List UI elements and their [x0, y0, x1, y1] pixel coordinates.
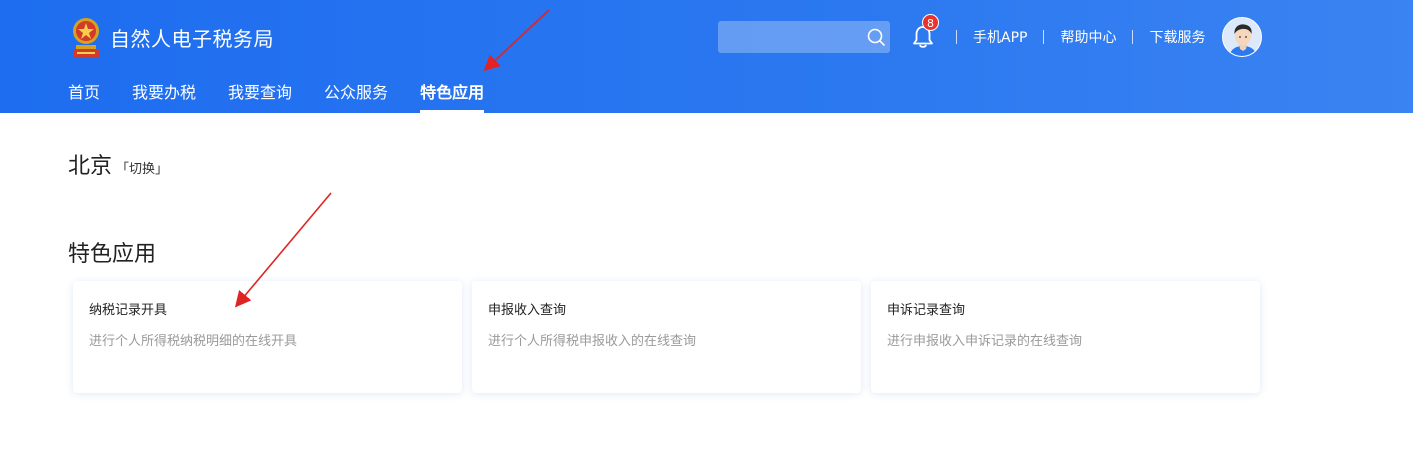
user-avatar[interactable]: [1222, 17, 1262, 57]
card-title: 纳税记录开具: [89, 303, 168, 318]
nav-featured-apps[interactable]: 特色应用: [420, 78, 485, 113]
nav-query[interactable]: 我要查询: [228, 78, 292, 113]
notification-badge: 8: [922, 14, 939, 31]
user-avatar-icon: [1223, 18, 1261, 56]
city-name: 北京: [68, 154, 113, 179]
location-selector: 北京 「切换」: [68, 148, 168, 180]
site-title: 自然人电子税务局: [110, 26, 274, 51]
search-icon[interactable]: [865, 26, 887, 48]
nav-public-service[interactable]: 公众服务: [324, 78, 388, 113]
card-tax-record-issue[interactable]: 纳税记录开具 进行个人所得税纳税明细的在线开具: [73, 281, 462, 393]
app-cards: 纳税记录开具 进行个人所得税纳税明细的在线开具 申报收入查询 进行个人所得税申报…: [73, 281, 1270, 393]
section-title: 特色应用: [68, 242, 157, 267]
main-nav: 首页 我要办税 我要查询 公众服务 特色应用: [68, 78, 516, 113]
search-box[interactable]: [718, 21, 890, 53]
tax-emblem-icon: [73, 18, 99, 57]
help-center-link[interactable]: 帮助中心: [1044, 27, 1132, 47]
card-description: 进行申报收入申诉记录的在线查询: [887, 334, 1083, 349]
nav-home[interactable]: 首页: [68, 78, 100, 113]
card-declared-income-query[interactable]: 申报收入查询 进行个人所得税申报收入的在线查询: [472, 281, 861, 393]
download-service-link[interactable]: 下载服务: [1133, 27, 1221, 47]
mobile-app-link[interactable]: 手机APP: [957, 27, 1043, 47]
nav-tax-filing[interactable]: 我要办税: [132, 78, 196, 113]
card-description: 进行个人所得税申报收入的在线查询: [488, 334, 697, 349]
card-appeal-record-query[interactable]: 申诉记录查询 进行申报收入申诉记录的在线查询: [871, 281, 1260, 393]
card-description: 进行个人所得税纳税明细的在线开具: [89, 334, 298, 349]
logo[interactable]: 自然人电子税务局: [68, 14, 274, 60]
card-title: 申诉记录查询: [887, 303, 966, 318]
card-title: 申报收入查询: [488, 303, 567, 318]
search-input[interactable]: [718, 21, 858, 53]
header-bar: 自然人电子税务局 8 手机APP 帮助中心 下载服务 首页 我要办税 我要查询 …: [0, 0, 1413, 113]
city-switch-link[interactable]: 「切换」: [116, 158, 168, 177]
top-links: 手机APP 帮助中心 下载服务: [956, 26, 1221, 48]
